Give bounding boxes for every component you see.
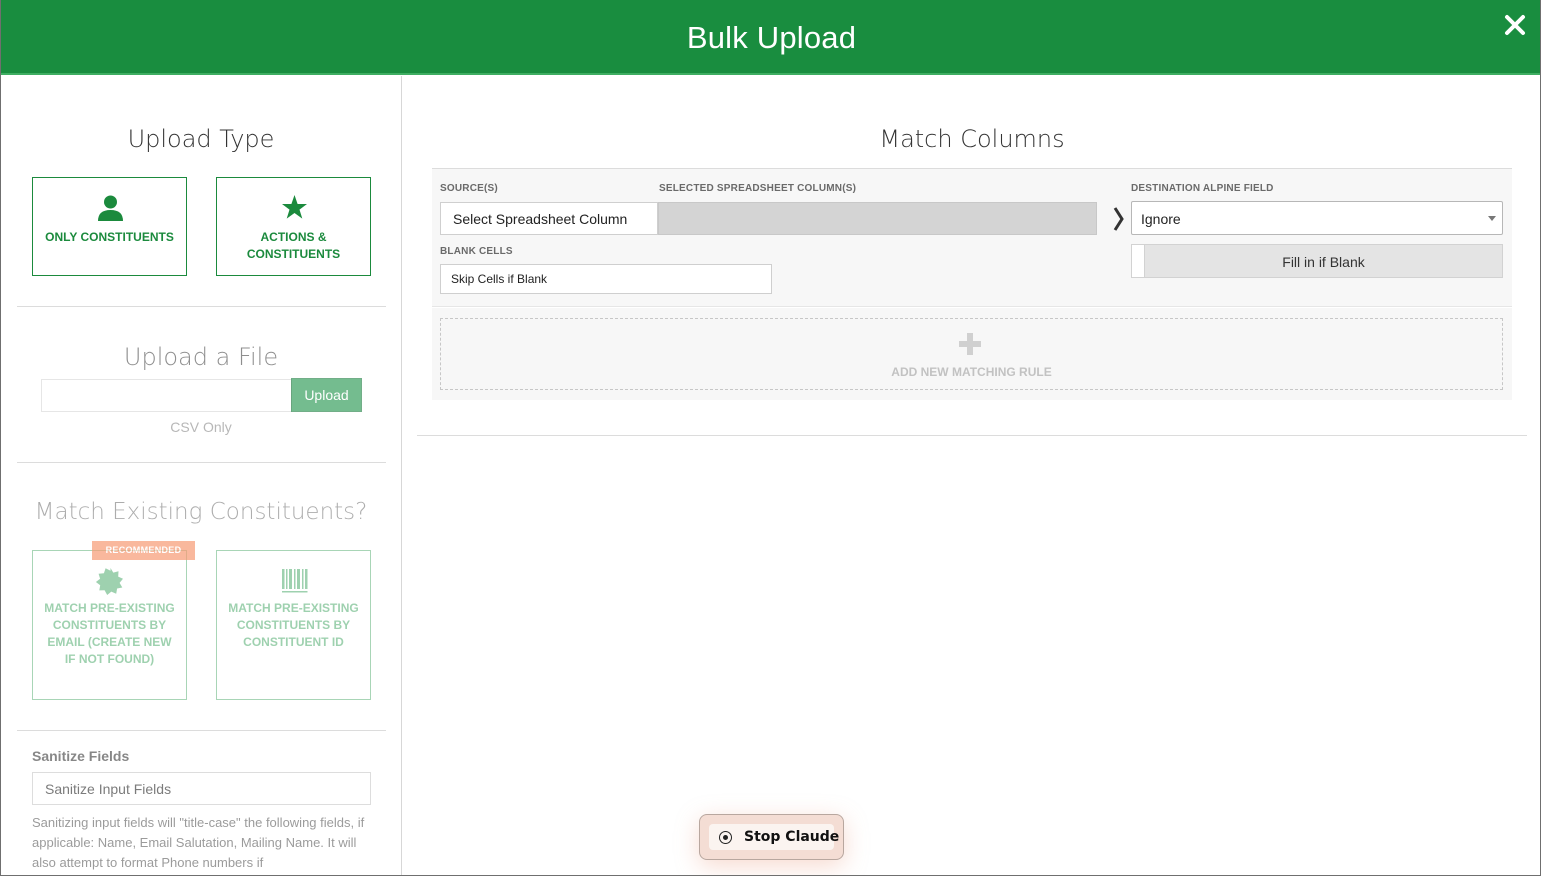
blank-cells-select[interactable]: Skip Cells if Blank (440, 264, 772, 294)
sanitize-label: Sanitize Fields (32, 748, 130, 764)
bulk-upload-modal: Bulk Upload Upload Type ONLY CONSTITUENT… (0, 0, 1541, 876)
add-matching-rule-button[interactable]: ADD NEW MATCHING RULE (440, 318, 1503, 390)
stop-claude-label: Stop Claude (744, 829, 840, 845)
upload-file-title: Upload a File (123, 343, 279, 371)
toggle-knob (1132, 245, 1145, 277)
sanitize-select[interactable]: Sanitize Input Fields (32, 772, 371, 805)
star-icon (282, 195, 307, 219)
match-by-id-option[interactable]: MATCH PRE-EXISTING CONSTITUENTS BY CONST… (216, 550, 371, 700)
blank-cells-label: BLANK CELLS (440, 246, 513, 257)
destination-label: DESTINATION ALPINE FIELD (1131, 183, 1274, 194)
record-icon (719, 831, 732, 844)
match-existing-title: Match Existing Constituents? (34, 499, 368, 525)
divider (17, 306, 386, 307)
match-columns-title: Match Columns (879, 125, 1065, 153)
divider (17, 462, 386, 463)
barcode-icon (282, 569, 308, 593)
divider (417, 435, 1527, 436)
sidebar: Upload Type ONLY CONSTITUENTS ACTIONS & … (1, 76, 402, 875)
close-icon[interactable] (1502, 12, 1528, 38)
divider (17, 730, 386, 731)
chevron-right-icon (1113, 207, 1124, 231)
badge-icon (95, 568, 123, 595)
selected-columns-field (658, 202, 1097, 235)
modal-header: Bulk Upload (1, 0, 1540, 75)
add-matching-rule-label: ADD NEW MATCHING RULE (891, 365, 1052, 379)
user-icon (98, 195, 123, 221)
match-by-email-label: MATCH PRE-EXISTING CONSTITUENTS BY EMAIL… (44, 601, 175, 666)
upload-type-title: Upload Type (127, 125, 275, 153)
sanitize-help-text: Sanitizing input fields will "title-case… (32, 815, 365, 870)
match-columns-panel: Match Columns SOURCE(S) SELECTED SPREADS… (402, 76, 1540, 875)
file-input[interactable] (41, 379, 292, 412)
plus-icon (959, 333, 981, 355)
source-label: SOURCE(S) (440, 183, 498, 194)
actions-constituents-label: ACTIONS & CONSTITUENTS (246, 230, 341, 261)
destination-select[interactable]: Ignore (1131, 201, 1503, 235)
upload-button[interactable]: Upload (291, 378, 362, 412)
matching-rule: SOURCE(S) SELECTED SPREADSHEET COLUMN(S)… (432, 169, 1512, 307)
source-select[interactable]: Select Spreadsheet Column (440, 202, 658, 235)
selected-columns-label: SELECTED SPREADSHEET COLUMN(S) (659, 183, 857, 194)
fill-if-blank-toggle[interactable]: Fill in if Blank (1131, 244, 1503, 278)
match-by-email-option[interactable]: MATCH PRE-EXISTING CONSTITUENTS BY EMAIL… (32, 550, 187, 700)
modal-title: Bulk Upload (686, 20, 857, 55)
actions-constituents-option[interactable]: ACTIONS & CONSTITUENTS (216, 177, 371, 276)
caret-down-icon (1488, 216, 1496, 221)
destination-value: Ignore (1141, 211, 1181, 227)
stop-claude-button[interactable]: Stop Claude (699, 814, 844, 860)
csv-only-note: CSV Only (170, 419, 232, 435)
match-by-id-label: MATCH PRE-EXISTING CONSTITUENTS BY CONST… (228, 601, 359, 649)
fill-if-blank-label: Fill in if Blank (1282, 254, 1365, 270)
only-constituents-label: ONLY CONSTITUENTS (45, 230, 174, 244)
recommended-badge: RECOMMENDED (92, 541, 195, 560)
only-constituents-option[interactable]: ONLY CONSTITUENTS (32, 177, 187, 276)
